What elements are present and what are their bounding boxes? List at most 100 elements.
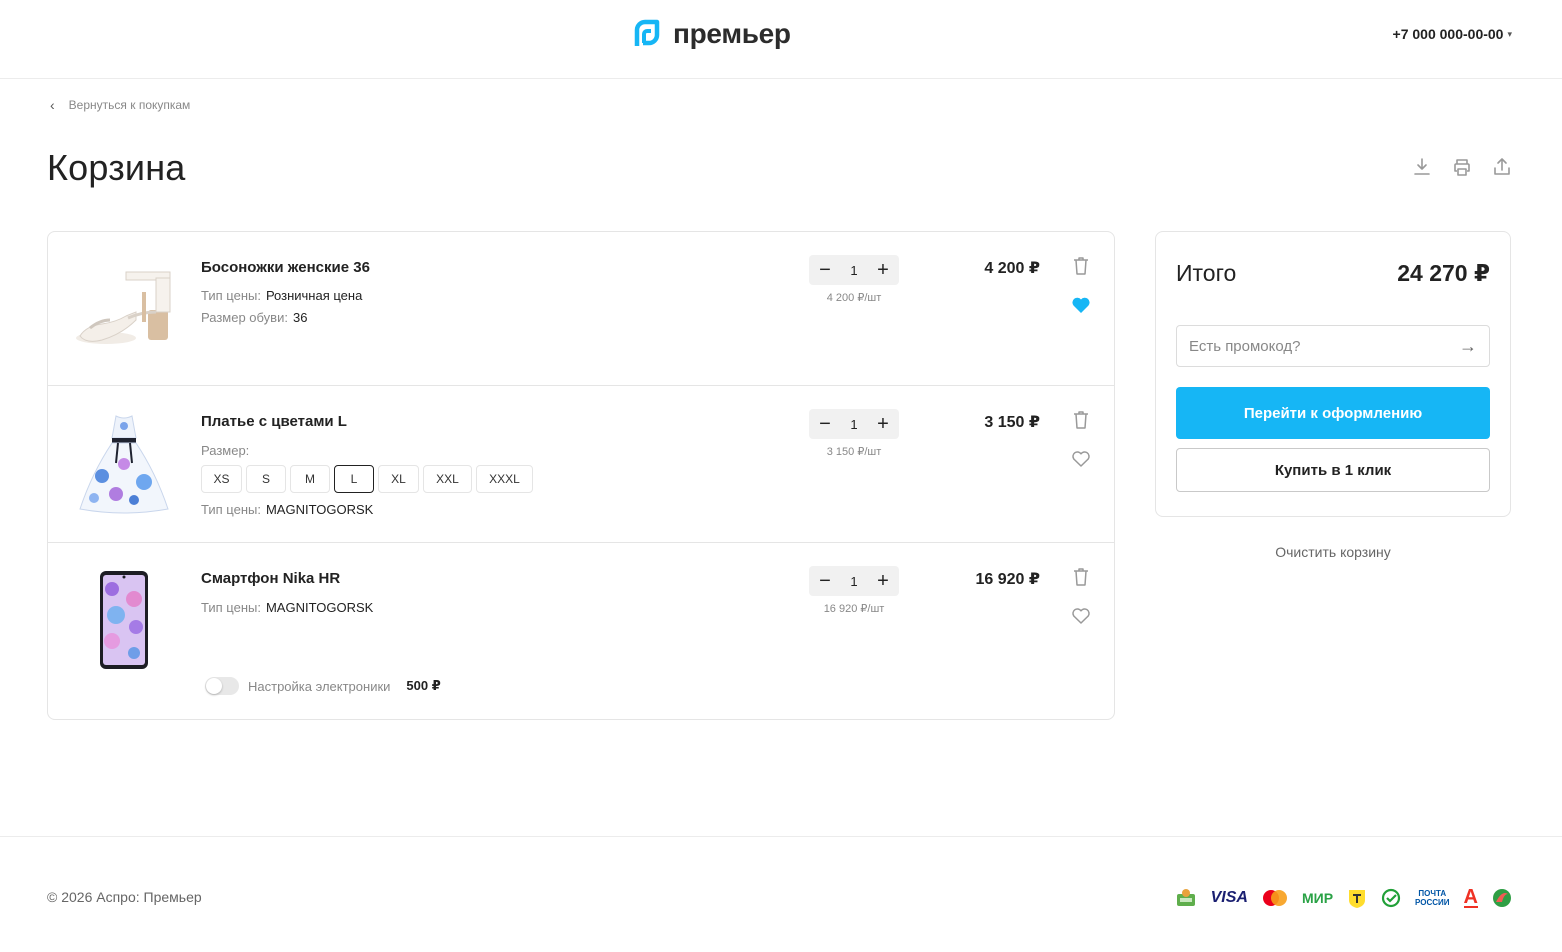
plus-button[interactable]: + [875,414,891,434]
dress-image [79,415,169,514]
print-button[interactable] [1452,156,1472,178]
chevron-left-icon: ‹ [50,97,55,113]
quantity-value[interactable]: 1 [850,417,857,432]
size-option[interactable]: XXL [423,465,472,493]
download-icon [1414,158,1430,175]
checkout-button[interactable]: Перейти к оформлению [1176,387,1490,439]
phone-number: +7 000 000-00-00 [1392,26,1504,42]
item-price: 4 200 ₽ [984,260,1040,277]
phone-dropdown[interactable]: +7 000 000-00-00 ▾ [1393,26,1512,42]
toggle-knob [206,678,222,694]
service-toggle[interactable] [205,677,239,695]
logo[interactable]: премьер [629,17,791,51]
alfa-bank-icon: А [1463,886,1478,908]
order-summary: Итого 24 270 ₽ → Перейти к оформлению Ку… [1155,231,1511,517]
unit-price: 16 920 ₽/шт [823,603,885,615]
share-icon [1494,158,1510,175]
trash-icon[interactable] [1072,567,1090,587]
product-name[interactable]: Платье с цветами L [201,413,347,430]
promo-input[interactable] [1189,337,1439,355]
plus-button[interactable]: + [875,571,891,591]
item-price: 16 920 ₽ [975,571,1040,588]
smartphone-image [100,571,148,669]
mastercard-icon [1262,889,1288,907]
clear-cart-link[interactable]: Очистить корзину [1155,544,1511,560]
heart-icon[interactable] [1071,449,1091,469]
logo-text: премьер [673,18,791,49]
pochta-line1: ПОЧТА [1418,889,1447,898]
print-icon [1454,159,1470,176]
cart-item: Платье с цветами L Размер: XS S M L XL X… [48,385,1114,542]
size-option[interactable]: M [290,465,330,493]
price-type-prop: Тип цены: MAGNITOGORSK [201,502,373,517]
copyright: © 2026 Аспро: Премьер [47,889,202,905]
download-button[interactable] [1412,156,1432,178]
minus-button[interactable]: − [817,414,833,434]
back-label: Вернуться к покупкам [68,98,191,112]
pochta-rossii-icon: ПОЧТА РОССИИ [1415,889,1450,907]
product-image-sandals[interactable] [72,258,176,362]
size-option-selected[interactable]: L [334,465,374,493]
cash-icon [1175,888,1197,908]
unit-price: 4 200 ₽/шт [826,292,882,304]
cart-tools [1412,156,1512,178]
prop-label: Размер обуви: [201,310,288,325]
promo-field: → [1176,325,1490,367]
shoe-size-prop: Размер обуви: 36 [201,310,307,325]
sberpay-icon [1381,888,1401,908]
price-type-prop: Тип цены: Розничная цена [201,288,362,303]
total-label: Итого [1176,260,1237,286]
trash-icon[interactable] [1072,256,1090,276]
unit-price: 3 150 ₽/шт [826,446,882,458]
quantity-value[interactable]: 1 [850,263,857,278]
size-option[interactable]: XL [378,465,419,493]
service-option: Настройка электроники 500 ₽ [205,677,441,695]
product-name[interactable]: Босоножки женские 36 [201,259,370,276]
size-option[interactable]: XS [201,465,242,493]
cart-item: Смартфон Nika HR Тип цены: MAGNITOGORSK … [48,542,1114,719]
prop-value: MAGNITOGORSK [265,600,374,615]
back-to-shopping-link[interactable]: ‹ Вернуться к покупкам [50,98,190,112]
minus-button[interactable]: − [817,571,833,591]
cart-items-list: Босоножки женские 36 Тип цены: Розничная… [47,231,1115,720]
mir-icon: МИР [1301,890,1334,906]
minus-button[interactable]: − [817,260,833,280]
prop-label: Тип цены: [201,288,261,303]
cart-item: Босоножки женские 36 Тип цены: Розничная… [48,232,1114,385]
site-footer: © 2026 Аспро: Премьер VISA МИР ПОЧТА РОС… [0,836,1562,952]
plus-button[interactable]: + [875,260,891,280]
arrow-right-icon[interactable]: → [1459,336,1477,357]
prop-value: 36 [292,310,308,325]
buy-one-click-button[interactable]: Купить в 1 клик [1176,448,1490,492]
prop-value: MAGNITOGORSK [265,502,374,517]
pochta-line2: РОССИИ [1415,898,1450,907]
total-amount: 24 270 ₽ [1397,260,1490,286]
heart-icon[interactable] [1071,606,1091,626]
trash-icon[interactable] [1072,410,1090,430]
size-label: Размер: [201,443,249,458]
product-name[interactable]: Смартфон Nika HR [201,570,340,587]
item-price: 3 150 ₽ [984,414,1040,431]
size-selector: XS S M L XL XXL XXXL [201,465,533,493]
other-bank-icon [1492,888,1512,908]
heart-filled-icon[interactable] [1071,295,1091,315]
size-option[interactable]: XXXL [476,465,533,493]
payment-methods: VISA МИР ПОЧТА РОССИИ А [1175,887,1512,909]
visa-icon: VISA [1210,889,1248,906]
page-title: Корзина [47,147,186,188]
price-type-prop: Тип цены: MAGNITOGORSK [201,600,373,615]
product-image-dress[interactable] [72,412,176,516]
tbank-icon [1347,888,1367,908]
logo-icon [634,19,660,46]
prop-value: Розничная цена [265,288,363,303]
share-button[interactable] [1492,156,1512,178]
chevron-down-icon: ▾ [1507,28,1512,39]
service-label: Настройка электроники [248,678,391,694]
quantity-value[interactable]: 1 [850,574,857,589]
service-price: 500 ₽ [406,678,441,693]
quantity-stepper: − 1 + [809,255,899,285]
quantity-stepper: − 1 + [809,566,899,596]
sandals-image [76,271,171,344]
size-option[interactable]: S [246,465,286,493]
product-image-smartphone[interactable] [72,569,176,673]
